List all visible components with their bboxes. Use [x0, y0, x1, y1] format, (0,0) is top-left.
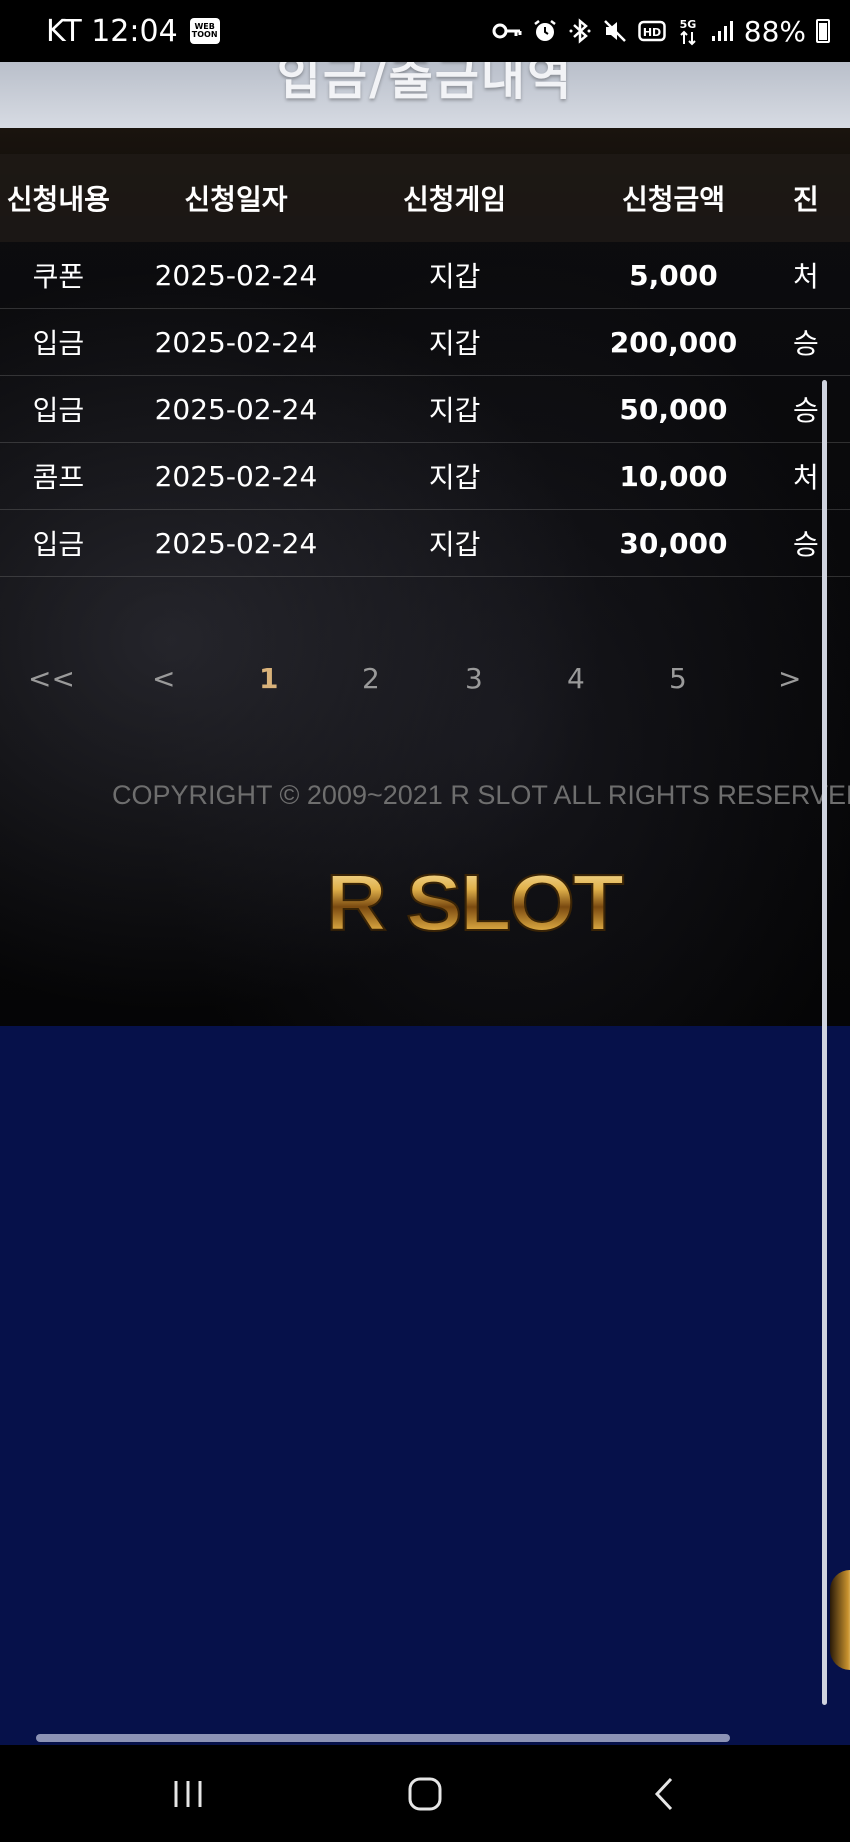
pagination-next[interactable]: > [778, 662, 801, 695]
row-date: 2025-02-24 [116, 442, 356, 510]
row-amount: 5,000 [553, 242, 794, 309]
row-date: 2025-02-24 [116, 308, 356, 376]
row-type: 입금 [0, 308, 117, 376]
signal-icon [711, 21, 733, 41]
row-status: 처 [793, 242, 850, 309]
pagination-page-5[interactable]: 5 [669, 662, 687, 695]
header-type: 신청내용 [0, 154, 117, 242]
key-icon [492, 23, 522, 39]
table-row: 입금 2025-02-24 지갑 200,000 승 [0, 308, 850, 376]
pagination-page-1[interactable]: 1 [259, 662, 278, 695]
home-icon [408, 1777, 442, 1810]
webtoon-app-icon: WEB TOON [189, 18, 220, 44]
copyright-text: COPYRIGHT © 2009~2021 R SLOT ALL RIGHTS … [112, 780, 850, 810]
row-type: 입금 [0, 509, 117, 577]
history-table: 신청내용 신청일자 신청게임 신청금액 진 쿠폰 2025-02-24 지갑 5… [0, 154, 850, 577]
svg-text:5G: 5G [679, 18, 696, 31]
table-row: 쿠폰 2025-02-24 지갑 5,000 처 [0, 242, 850, 309]
5g-icon: 5G [679, 18, 696, 46]
floating-menu-button[interactable] [830, 1570, 850, 1670]
row-status: 승 [793, 308, 850, 376]
table-row: 콤프 2025-02-24 지갑 10,000 처 [0, 442, 850, 510]
row-amount: 30,000 [553, 509, 794, 577]
row-amount: 10,000 [553, 442, 794, 510]
bluetooth-icon [569, 18, 591, 44]
pagination-page-3[interactable]: 3 [465, 662, 483, 695]
row-date: 2025-02-24 [116, 375, 356, 443]
page-title: 입금/출금내역 [276, 62, 574, 106]
row-game: 지갑 [355, 375, 554, 443]
row-date: 2025-02-24 [116, 242, 356, 309]
pagination-prev[interactable]: < [152, 662, 175, 695]
alarm-icon [534, 20, 556, 41]
recent-apps-button[interactable] [128, 1745, 248, 1842]
svg-text:HD: HD [643, 26, 661, 39]
row-type: 입금 [0, 375, 117, 443]
carrier-time: KT 12:04 [46, 13, 178, 49]
history-panel: 입금/출금내역 신청내용 신청일자 신청게임 신청금액 진 쿠폰 2025-02… [0, 62, 850, 1026]
back-button[interactable] [604, 1745, 724, 1842]
pagination-page-4[interactable]: 4 [567, 662, 585, 695]
header-amount: 신청금액 [553, 154, 794, 242]
row-game: 지갑 [355, 308, 554, 376]
row-amount: 50,000 [553, 375, 794, 443]
battery-percent: 88% [743, 14, 806, 48]
horizontal-scrollbar[interactable] [36, 1734, 730, 1742]
hd-icon: HD [638, 20, 666, 42]
recent-apps-icon [174, 1780, 202, 1807]
rslot-logo: R SLOT [325, 857, 626, 948]
table-row: 입금 2025-02-24 지갑 50,000 승 [0, 375, 850, 443]
vertical-scrollbar[interactable] [822, 380, 827, 1705]
row-amount: 200,000 [553, 308, 794, 376]
svg-text:R SLOT: R SLOT [326, 858, 624, 947]
row-game: 지갑 [355, 509, 554, 577]
home-button[interactable] [365, 1745, 485, 1842]
mute-icon [603, 20, 626, 42]
pagination: << < 1 2 3 4 5 > [0, 662, 850, 702]
battery-icon [816, 19, 830, 43]
table-header-row: 신청내용 신청일자 신청게임 신청금액 진 [0, 154, 850, 242]
page-header: 입금/출금내역 [0, 62, 850, 128]
row-game: 지갑 [355, 242, 554, 309]
pagination-first[interactable]: << [28, 662, 75, 695]
status-bar: KT 12:04 WEB TOON HD 5G 88% [0, 0, 850, 62]
navigation-bar [0, 1745, 850, 1842]
header-date: 신청일자 [116, 154, 356, 242]
row-game: 지갑 [355, 442, 554, 510]
row-date: 2025-02-24 [116, 509, 356, 577]
row-type: 쿠폰 [0, 242, 117, 309]
header-game: 신청게임 [355, 154, 554, 242]
table-row: 입금 2025-02-24 지갑 30,000 승 [0, 509, 850, 577]
header-status: 진 [793, 154, 850, 242]
back-icon [654, 1777, 673, 1810]
row-type: 콤프 [0, 442, 117, 510]
pagination-page-2[interactable]: 2 [362, 662, 380, 695]
